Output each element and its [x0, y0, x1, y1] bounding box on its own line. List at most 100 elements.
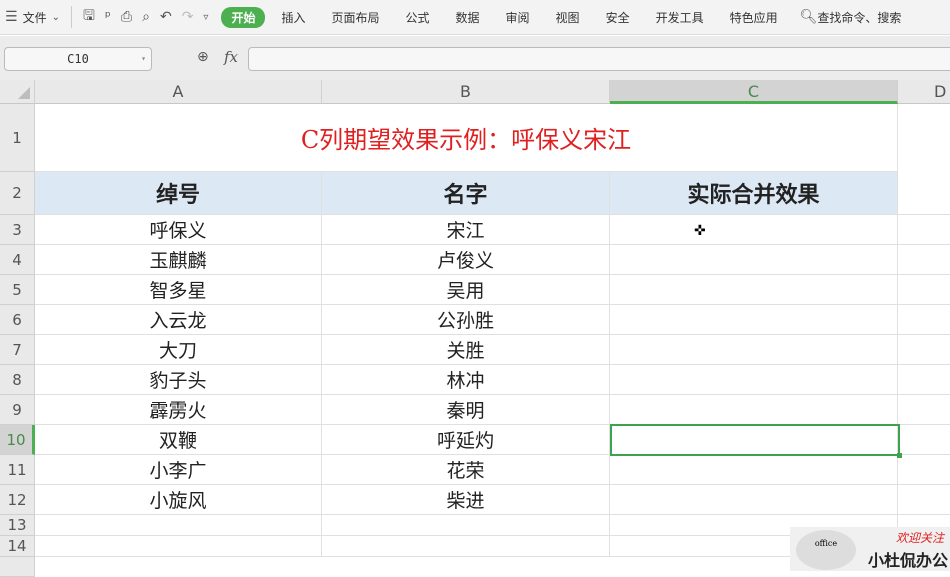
- table-cell[interactable]: [610, 305, 898, 335]
- table-cell[interactable]: [610, 485, 898, 515]
- table-cell[interactable]: 大刀: [35, 335, 322, 365]
- header-cell[interactable]: 绰号: [35, 172, 322, 215]
- row-header-1[interactable]: 1: [0, 104, 35, 172]
- formula-input[interactable]: [248, 47, 950, 71]
- table-cell[interactable]: 小旋风: [35, 485, 322, 515]
- table-cell[interactable]: [610, 245, 898, 275]
- header-cell[interactable]: 名字: [322, 172, 610, 215]
- office-logo: office: [796, 530, 856, 570]
- table-cell[interactable]: [610, 335, 898, 365]
- header-cell[interactable]: 实际合并效果: [610, 172, 898, 215]
- row-header-3[interactable]: 3: [0, 215, 35, 245]
- table-cell[interactable]: [610, 365, 898, 395]
- table-cell[interactable]: [898, 425, 950, 455]
- column-header-b[interactable]: B: [322, 80, 610, 104]
- table-cell[interactable]: 林冲: [322, 365, 610, 395]
- tab-insert[interactable]: 插入: [281, 9, 305, 26]
- row-header-12[interactable]: 12: [0, 485, 35, 515]
- table-cell[interactable]: [35, 536, 322, 557]
- search-command[interactable]: 查找命令、搜索: [817, 9, 901, 26]
- tab-data[interactable]: 数据: [456, 9, 480, 26]
- table-cell[interactable]: 花荣: [322, 455, 610, 485]
- tab-developer[interactable]: 开发工具: [656, 9, 704, 26]
- table-cell[interactable]: 秦明: [322, 395, 610, 425]
- table-cell[interactable]: 霹雳火: [35, 395, 322, 425]
- row-header-11[interactable]: 11: [0, 455, 35, 485]
- row-header-10[interactable]: 10: [0, 425, 35, 455]
- column-header-a[interactable]: A: [35, 80, 322, 104]
- table-cell[interactable]: 公孙胜: [322, 305, 610, 335]
- file-menu[interactable]: 文件: [23, 9, 47, 26]
- tab-page-layout[interactable]: 页面布局: [331, 9, 379, 26]
- row-header-9[interactable]: 9: [0, 395, 35, 425]
- print-icon[interactable]: ⎙: [121, 9, 132, 25]
- watermark-name: 小杜侃办公: [867, 551, 948, 570]
- row-header-6[interactable]: 6: [0, 305, 35, 335]
- table-cell[interactable]: [610, 215, 898, 245]
- selected-cell-c10[interactable]: [610, 424, 902, 458]
- sheet-title[interactable]: C列期望效果示例：呼保义宋江: [35, 104, 898, 172]
- table-cell[interactable]: 呼保义: [35, 215, 322, 245]
- table-cell[interactable]: 卢俊义: [322, 245, 610, 275]
- row-header-7[interactable]: 7: [0, 335, 35, 365]
- save-icon[interactable]: 🖫: [83, 5, 95, 29]
- dropdown-icon[interactable]: ▾: [141, 48, 146, 70]
- tab-security[interactable]: 安全: [606, 9, 630, 26]
- cell-reference: C10: [67, 52, 89, 66]
- table-cell[interactable]: [610, 395, 898, 425]
- table-cell[interactable]: 智多星: [35, 275, 322, 305]
- table-cell[interactable]: [898, 485, 950, 515]
- menu-icon[interactable]: ☰: [5, 9, 18, 25]
- table-cell[interactable]: 玉麒麟: [35, 245, 322, 275]
- table-cell[interactable]: 柴进: [322, 485, 610, 515]
- format-painter-icon[interactable]: ᵖ: [105, 9, 111, 25]
- tab-view[interactable]: 视图: [556, 9, 580, 26]
- table-cell[interactable]: 吴用: [322, 275, 610, 305]
- table-cell[interactable]: [898, 455, 950, 485]
- row-header-8[interactable]: 8: [0, 365, 35, 395]
- table-cell[interactable]: 小李广: [35, 455, 322, 485]
- table-cell[interactable]: [898, 365, 950, 395]
- table-cell[interactable]: [610, 455, 898, 485]
- table-cell[interactable]: 关胜: [322, 335, 610, 365]
- tab-formula[interactable]: 公式: [406, 9, 430, 26]
- column-header-d[interactable]: D: [898, 80, 950, 104]
- chevron-down-icon[interactable]: ⌄: [52, 12, 60, 23]
- tab-special[interactable]: 特色应用: [730, 9, 778, 26]
- table-cell[interactable]: [898, 305, 950, 335]
- row-header-14[interactable]: 14: [0, 536, 35, 557]
- row-header-13[interactable]: 13: [0, 515, 35, 536]
- table-cell[interactable]: [898, 335, 950, 365]
- undo-icon[interactable]: ↶: [160, 9, 172, 25]
- select-all[interactable]: [0, 80, 35, 104]
- table-cell[interactable]: [898, 245, 950, 275]
- table-cell[interactable]: [35, 515, 322, 536]
- table-cell[interactable]: [322, 536, 610, 557]
- header-cell[interactable]: [898, 172, 950, 215]
- tab-review[interactable]: 审阅: [506, 9, 530, 26]
- print-preview-icon[interactable]: ⌕: [142, 9, 150, 25]
- table-cell[interactable]: 宋江: [322, 215, 610, 245]
- tab-start[interactable]: 开始: [221, 6, 266, 28]
- column-header-c[interactable]: C: [610, 80, 898, 104]
- table-cell[interactable]: [322, 515, 610, 536]
- redo-icon[interactable]: ↷: [182, 9, 194, 25]
- table-cell[interactable]: 呼延灼: [322, 425, 610, 455]
- more-icon[interactable]: ▿: [203, 12, 208, 23]
- search-icon[interactable]: 🔍︎: [800, 9, 818, 25]
- row-header-2[interactable]: 2: [0, 172, 35, 215]
- row-header-5[interactable]: 5: [0, 275, 35, 305]
- table-cell[interactable]: [898, 275, 950, 305]
- row-header-4[interactable]: 4: [0, 245, 35, 275]
- table-cell[interactable]: 入云龙: [35, 305, 322, 335]
- table-cell[interactable]: [610, 275, 898, 305]
- table-cell[interactable]: [898, 215, 950, 245]
- ribbon-toolbar: ☰ 文件 ⌄ 🖫 ᵖ ⎙ ⌕ ↶ ↷ ▿ 开始 插入 页面布局 公式 数据 审阅…: [0, 0, 950, 35]
- table-cell[interactable]: [898, 395, 950, 425]
- name-box[interactable]: C10 ▾: [4, 47, 152, 71]
- row-header-15[interactable]: [0, 557, 35, 577]
- table-cell[interactable]: 双鞭: [35, 425, 322, 455]
- fx-icon[interactable]: fx: [224, 48, 238, 66]
- zoom-icon[interactable]: ⊕: [197, 49, 209, 65]
- table-cell[interactable]: 豹子头: [35, 365, 322, 395]
